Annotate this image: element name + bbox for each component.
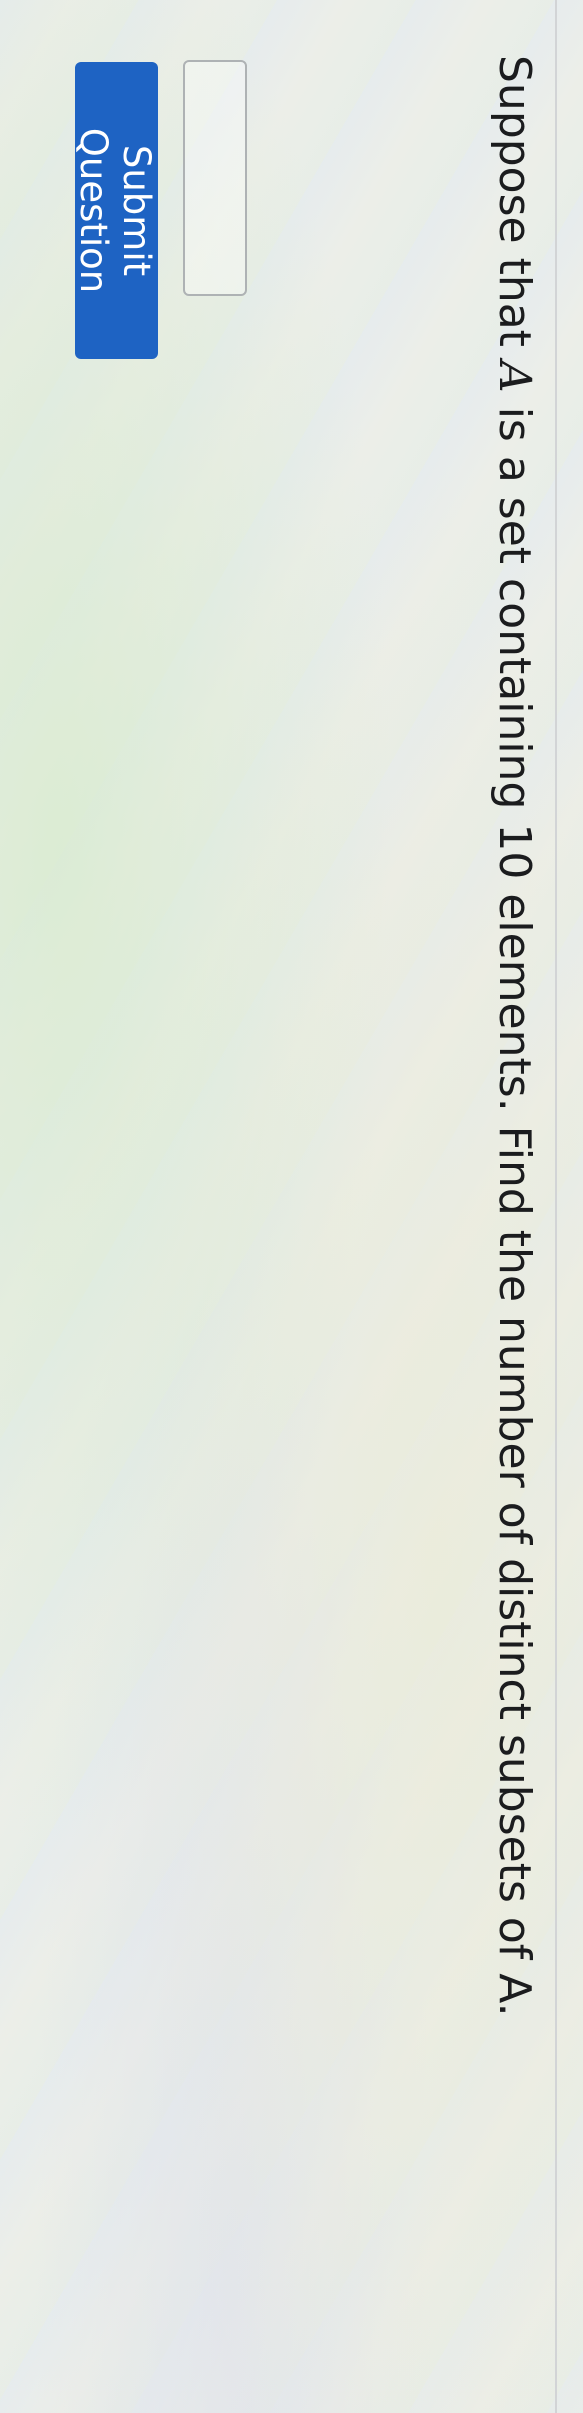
set-variable: A [489, 360, 540, 393]
question-text-start: Suppose that [489, 55, 540, 361]
submit-question-button[interactable]: Submit Question [72, 62, 158, 359]
question-text: Suppose that A is a set containing 10 el… [487, 55, 541, 2017]
answer-input[interactable] [183, 60, 247, 296]
question-panel: Suppose that A is a set containing 10 el… [0, 0, 583, 2413]
question-text-end: is a set containing 10 elements. Find th… [489, 392, 540, 2017]
